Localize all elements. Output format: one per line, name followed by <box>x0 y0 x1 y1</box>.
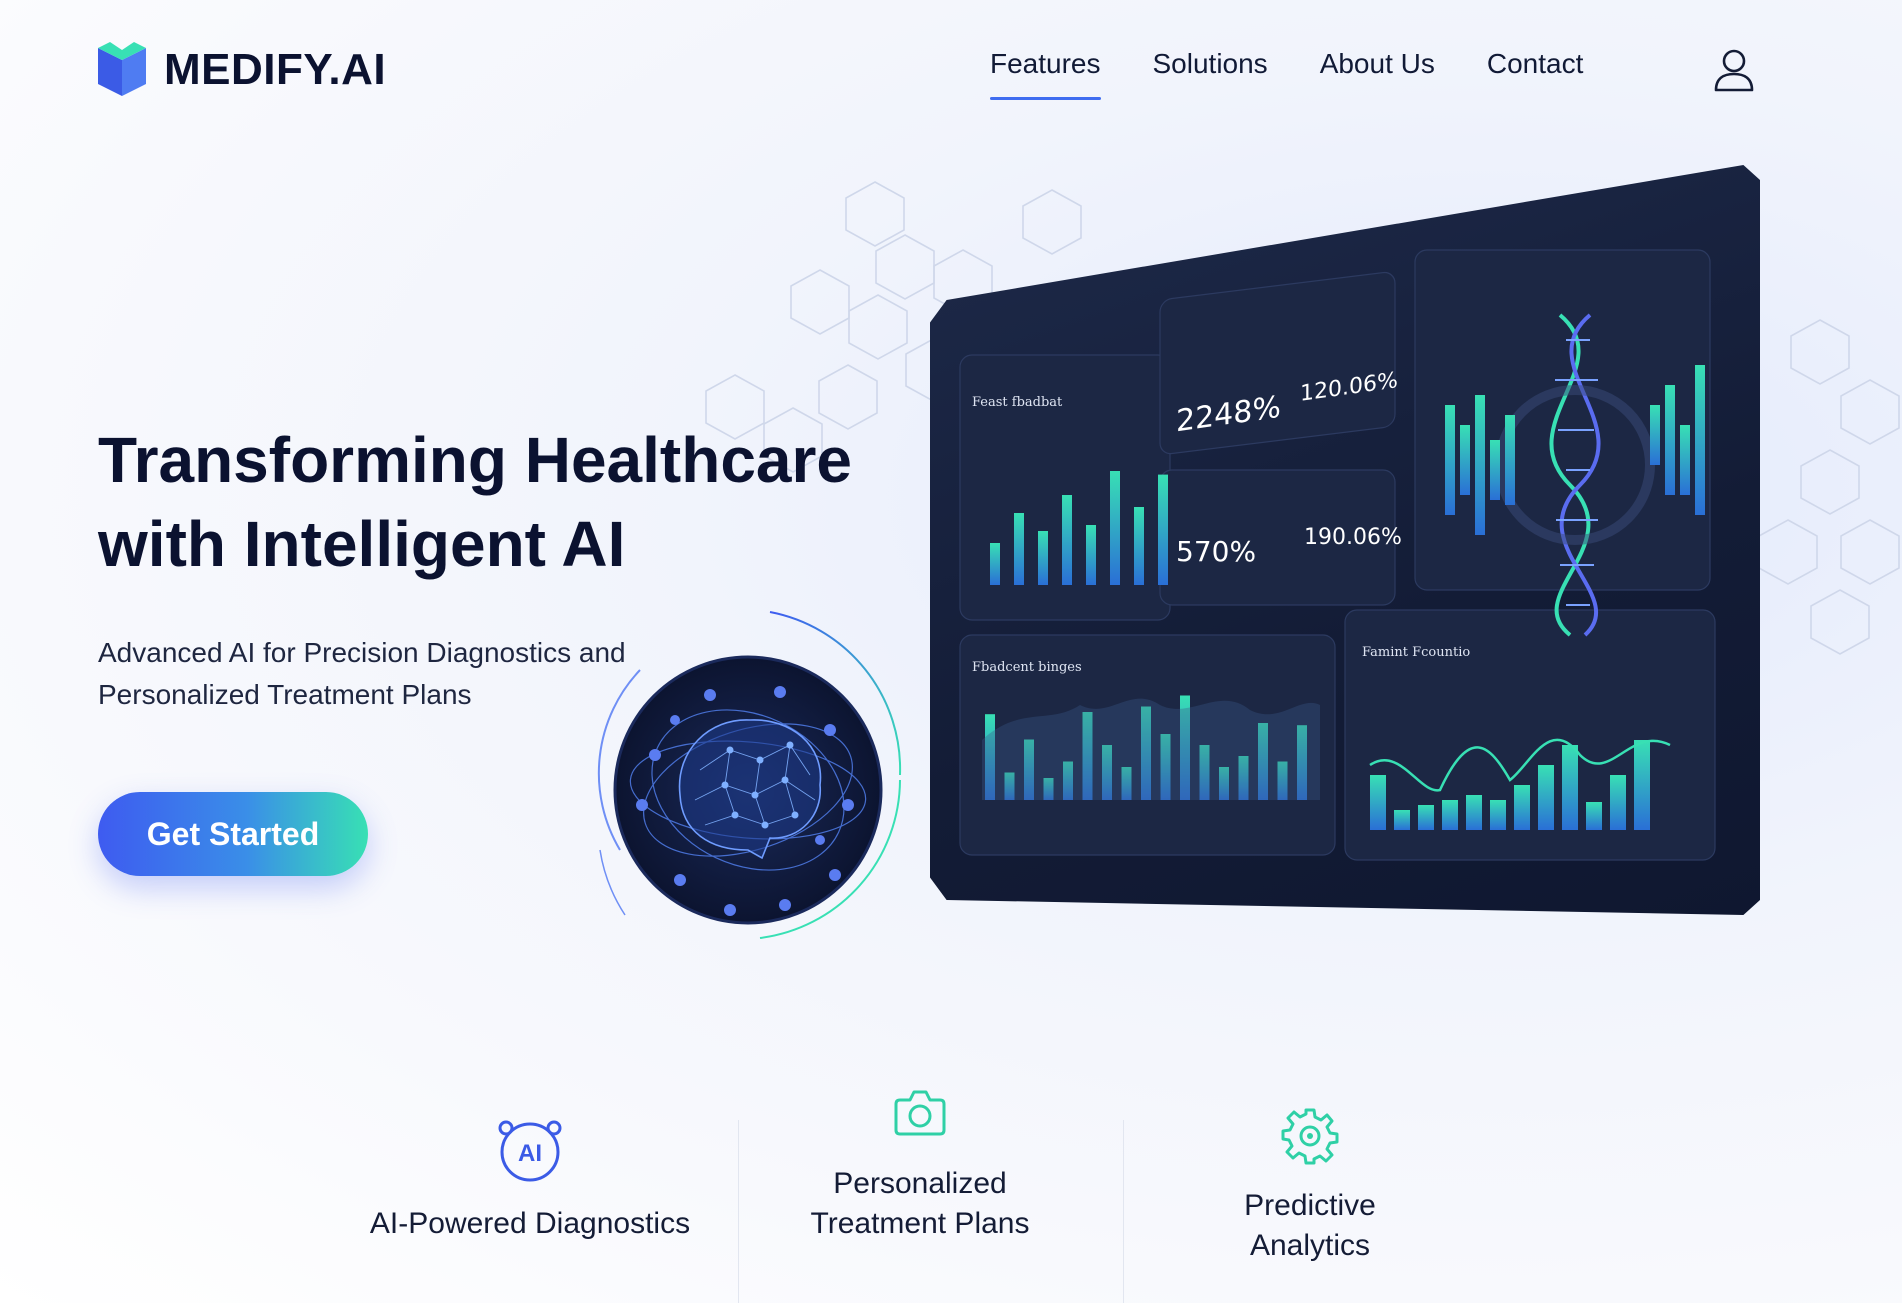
feature-personalized-line1: Personalized <box>833 1167 1007 1200</box>
chart1-bar <box>1062 495 1072 585</box>
chart3-bar <box>1490 800 1506 830</box>
hero-subtitle-line2: Personalized Treatment Plans <box>98 679 472 710</box>
get-started-button[interactable]: Get Started <box>98 792 368 876</box>
nav-contact[interactable]: Contact <box>1487 48 1584 100</box>
brand-logo[interactable]: MEDIFY.AI <box>96 42 386 98</box>
feature-predictive-analytics[interactable]: Predictive Analytics <box>1120 1106 1500 1266</box>
hero-subtitle-line1: Advanced AI for Precision Diagnostics an… <box>98 637 626 668</box>
brand-name: MEDIFY.AI <box>164 45 387 94</box>
chart3-bar <box>1514 785 1530 830</box>
chart3-bar <box>1370 775 1386 830</box>
chart1-bar <box>1158 474 1168 585</box>
chart1-bar <box>1014 513 1024 585</box>
feature-ai-diagnostics-label: AI-Powered Diagnostics <box>369 1207 691 1240</box>
chart3-bar <box>1634 740 1650 830</box>
feature-personalized-line2: Treatment Plans <box>810 1207 1030 1240</box>
chart3-bar <box>1562 745 1578 830</box>
chart3-bar <box>1466 795 1482 830</box>
feature-personalized-treatment[interactable]: Personalized Treatment Plans <box>730 1084 1110 1244</box>
feature-predictive-line1: Predictive <box>1244 1189 1376 1222</box>
features-section: AI AI-Powered Diagnostics Personalized T… <box>340 1090 1460 1303</box>
hero-title: Transforming Healthcare with Intelligent… <box>98 418 858 586</box>
dash-kpi-4: 190.06% <box>1304 525 1402 550</box>
main-nav: Features Solutions About Us Contact <box>990 48 1583 100</box>
camera-gear-icon <box>894 1090 946 1136</box>
chart3-bar <box>1610 775 1626 830</box>
dash-kpi-3: 570% <box>1176 535 1257 568</box>
chart1-bar <box>990 543 1000 585</box>
ai-badge-text: AI <box>518 1140 542 1167</box>
logo-icon <box>98 42 146 96</box>
chart3-bar <box>1418 805 1434 830</box>
chart3-bar <box>1394 810 1410 830</box>
ai-brain-illustration <box>597 611 902 939</box>
ai-badge-icon: AI <box>498 1120 562 1182</box>
dash-card-1-title: Feast fbadbat <box>972 395 1063 410</box>
chart3-bar <box>1586 802 1602 830</box>
chart1-bar <box>1110 471 1120 585</box>
user-account-icon[interactable] <box>1710 46 1758 94</box>
chart1-bar <box>1134 507 1144 585</box>
chart1-bar <box>1086 525 1096 585</box>
chart1-bar <box>1038 531 1048 585</box>
nav-features[interactable]: Features <box>990 48 1101 100</box>
hero-title-line2: with Intelligent AI <box>98 508 626 580</box>
hero-subtitle: Advanced AI for Precision Diagnostics an… <box>98 632 658 716</box>
analytics-dashboard-mockup: Feast fbadbat 2248% 120.06% 570% 190.06%… <box>930 165 1760 915</box>
feature-predictive-line2: Analytics <box>1249 1229 1371 1262</box>
hero-title-line1: Transforming Healthcare <box>98 424 852 496</box>
nav-about-us[interactable]: About Us <box>1320 48 1435 100</box>
gear-icon <box>1281 1108 1339 1165</box>
chart3-bar <box>1442 800 1458 830</box>
nav-solutions[interactable]: Solutions <box>1153 48 1268 100</box>
feature-ai-diagnostics[interactable]: AI AI-Powered Diagnostics <box>340 1112 720 1244</box>
dash-card-5-title: Fbadcent binges <box>972 660 1082 675</box>
dash-card-6-title: Famint Fcountio <box>1362 645 1471 660</box>
chart3-bar <box>1538 765 1554 830</box>
